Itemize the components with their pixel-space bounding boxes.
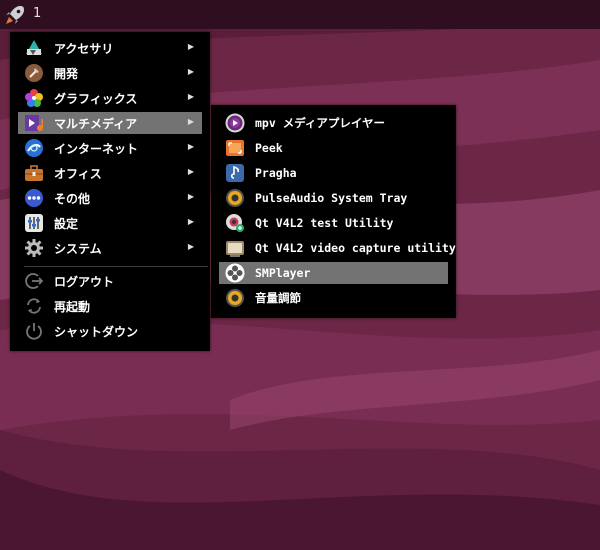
- submenu-arrow-icon: ▶: [187, 167, 194, 176]
- other-icon: [24, 188, 44, 208]
- peek-icon: [225, 138, 245, 158]
- submenu-item-label: PulseAudio System Tray: [255, 191, 408, 205]
- submenu-item-qv4l2[interactable]: Qt V4L2 test Utility: [219, 212, 448, 234]
- submenu-item-label: Qt V4L2 test Utility: [255, 216, 394, 230]
- menu-item-multimedia[interactable]: マルチメディア ▶: [18, 112, 202, 134]
- menu-item-label: 設定: [54, 216, 79, 231]
- submenu-item-peek[interactable]: Peek: [219, 137, 448, 159]
- pulseaudio-icon: [225, 188, 245, 208]
- submenu-item-label: Qt V4L2 video capture utility: [255, 241, 456, 255]
- menu-item-graphics[interactable]: グラフィックス ▶: [18, 87, 202, 109]
- menu-item-reboot[interactable]: 再起動: [18, 295, 202, 317]
- accessories-icon: [24, 38, 44, 58]
- menu-item-label: インターネット: [54, 141, 139, 156]
- workspace-indicator[interactable]: 1: [33, 6, 41, 21]
- menu-item-accessories[interactable]: アクセサリ ▶: [18, 37, 202, 59]
- submenu-item-volume-control[interactable]: 音量調節: [219, 287, 448, 309]
- submenu-item-label: Pragha: [255, 166, 297, 180]
- menu-item-label: グラフィックス: [54, 91, 138, 106]
- submenu-arrow-icon: ▶: [187, 67, 194, 76]
- submenu-item-qvidcap[interactable]: Qt V4L2 video capture utility: [219, 237, 456, 259]
- menu-item-label: マルチメディア: [54, 116, 138, 131]
- application-menu: アクセサリ ▶ 開発 ▶ グラフィックス ▶ マルチメディア ▶ インターネット…: [10, 32, 210, 351]
- submenu-arrow-icon: ▶: [187, 92, 194, 101]
- mpv-icon: [225, 113, 245, 133]
- qvidcap-icon: [225, 238, 245, 258]
- menu-item-internet[interactable]: インターネット ▶: [18, 137, 202, 159]
- menu-item-settings[interactable]: 設定 ▶: [18, 212, 202, 234]
- menu-item-label: 再起動: [54, 299, 91, 314]
- logout-icon: [24, 271, 44, 291]
- qv4l2-icon: [225, 213, 245, 233]
- pragha-icon: [225, 163, 245, 183]
- submenu-arrow-icon: ▶: [187, 117, 194, 126]
- multimedia-icon: [24, 113, 44, 133]
- graphics-icon: [24, 88, 44, 108]
- menu-item-label: その他: [54, 191, 91, 206]
- menu-item-other[interactable]: その他 ▶: [18, 187, 202, 209]
- menu-item-label: 開発: [54, 66, 79, 81]
- rocket-icon[interactable]: [3, 3, 27, 27]
- submenu-item-smplayer[interactable]: SMPlayer: [219, 262, 448, 284]
- submenu-item-mpv[interactable]: mpv メディアプレイヤー: [219, 112, 448, 134]
- menu-item-system[interactable]: システム ▶: [18, 237, 202, 259]
- menu-item-label: システム: [54, 241, 102, 256]
- system-icon: [24, 238, 44, 258]
- multimedia-submenu: mpv メディアプレイヤー Peek Pragha PulseAudio Sys…: [211, 105, 456, 318]
- menu-item-label: オフィス: [54, 166, 102, 181]
- submenu-item-label: 音量調節: [255, 291, 301, 305]
- submenu-arrow-icon: ▶: [187, 217, 194, 226]
- submenu-item-label: Peek: [255, 141, 283, 155]
- submenu-arrow-icon: ▶: [187, 142, 194, 151]
- submenu-item-pragha[interactable]: Pragha: [219, 162, 448, 184]
- reboot-icon: [24, 296, 44, 316]
- menu-item-development[interactable]: 開発 ▶: [18, 62, 202, 84]
- smplayer-icon: [225, 263, 245, 283]
- menu-item-label: アクセサリ: [54, 41, 114, 56]
- internet-icon: [24, 138, 44, 158]
- shutdown-icon: [24, 321, 44, 341]
- submenu-item-pulseaudio[interactable]: PulseAudio System Tray: [219, 187, 448, 209]
- menu-item-office[interactable]: オフィス ▶: [18, 162, 202, 184]
- volume-control-icon: [225, 288, 245, 308]
- taskbar: 1: [0, 0, 600, 29]
- submenu-arrow-icon: ▶: [187, 192, 194, 201]
- development-icon: [24, 63, 44, 83]
- menu-item-logout[interactable]: ログアウト: [18, 270, 202, 292]
- settings-icon: [24, 213, 44, 233]
- menu-item-label: ログアウト: [54, 274, 115, 289]
- menu-separator: [24, 266, 208, 267]
- submenu-arrow-icon: ▶: [187, 42, 194, 51]
- menu-item-label: シャットダウン: [54, 324, 139, 339]
- submenu-item-label: SMPlayer: [255, 266, 311, 280]
- submenu-arrow-icon: ▶: [187, 242, 194, 251]
- submenu-item-label: mpv メディアプレイヤー: [255, 116, 386, 130]
- menu-item-shutdown[interactable]: シャットダウン: [18, 320, 202, 342]
- office-icon: [24, 163, 44, 183]
